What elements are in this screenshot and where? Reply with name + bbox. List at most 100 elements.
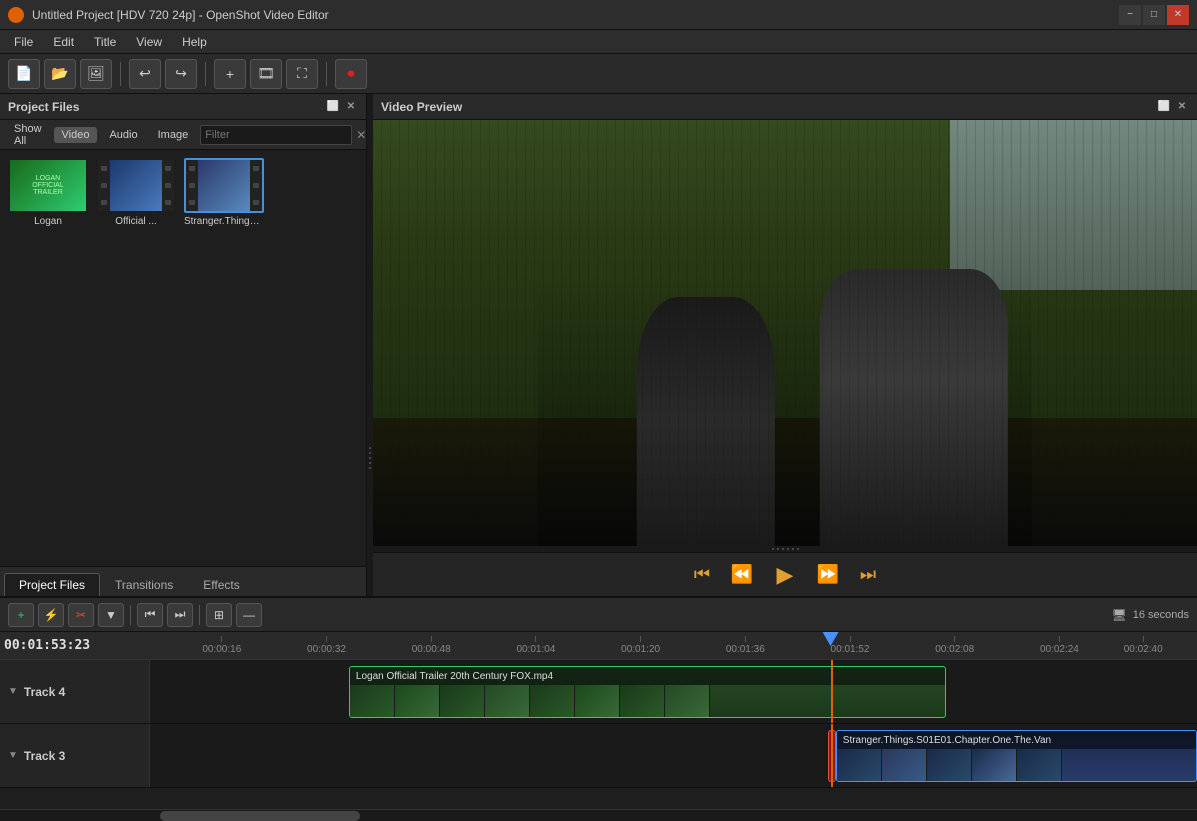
clip-frame <box>665 685 710 718</box>
new-button[interactable]: 📄 <box>8 59 40 89</box>
add-track-button[interactable]: + <box>8 603 34 627</box>
fullscreen-button[interactable]: ⛶ <box>286 59 318 89</box>
app-icon <box>8 7 24 23</box>
track-3-expand[interactable]: ▼ <box>8 750 18 761</box>
toolbar-separator-1 <box>120 62 121 86</box>
minimize-button[interactable]: − <box>1119 5 1141 25</box>
tick-label: 00:02:24 <box>1040 644 1079 655</box>
scene-sky <box>950 120 1197 290</box>
stranger-things-thumbnail <box>186 160 262 211</box>
undo-button[interactable]: ↩ <box>129 59 161 89</box>
snap-button[interactable]: ⚡ <box>38 603 64 627</box>
filter-bar: Show All Video Audio Image ✕ <box>0 120 366 150</box>
ruler-tick-2: 00:00:32 <box>307 636 346 655</box>
video-preview-header: Video Preview ⬜ ✕ <box>373 94 1197 120</box>
tick-label: 00:00:48 <box>412 644 451 655</box>
menu-file[interactable]: File <box>4 33 43 51</box>
timeline-section: + ⚡ ✂ ▼ ⏮ ⏭ ⊞ — 🖥 16 seconds 00:01:53:23 <box>0 596 1197 821</box>
arrow-button[interactable]: ▼ <box>98 603 124 627</box>
film-hole <box>165 183 171 188</box>
copy-button[interactable]: ⊞ <box>206 603 232 627</box>
fast-forward-button[interactable]: ⏩ <box>812 559 844 591</box>
close-button[interactable]: ✕ <box>1167 5 1189 25</box>
tab-transitions[interactable]: Transitions <box>100 573 188 596</box>
tab-show-all[interactable]: Show All <box>6 121 50 149</box>
tab-audio[interactable]: Audio <box>101 127 145 143</box>
jump-fwd-button[interactable]: ⏭ <box>167 603 193 627</box>
tick-line <box>535 636 536 642</box>
track-4-area[interactable]: Logan Official Trailer 20th Century FOX.… <box>150 660 1197 723</box>
maximize-button[interactable]: □ <box>1143 5 1165 25</box>
tick-line <box>745 636 746 642</box>
clip-frame <box>575 685 620 718</box>
splitter-dot <box>369 462 371 464</box>
track-4-expand[interactable]: ▼ <box>8 686 18 697</box>
clip-filmstrip <box>350 685 945 718</box>
h-splitter-dot <box>777 548 779 550</box>
clip-frame-blue <box>837 749 882 782</box>
filter-clear-button[interactable]: ✕ <box>356 126 366 144</box>
figure-left <box>637 297 775 546</box>
menu-view[interactable]: View <box>126 33 172 51</box>
splitter-dots <box>369 447 371 469</box>
ruler-tick-1: 00:00:16 <box>202 636 241 655</box>
clip-label-track3: Stranger.Things.S01E01.Chapter.One.The.V… <box>843 735 1051 746</box>
logan-thumbnail: LOGANOFFICIALTRAILER <box>10 160 86 211</box>
import-button[interactable]: + <box>214 59 246 89</box>
track-row-4: ▼ Track 4 Logan Official Trailer 20th Ce… <box>0 660 1197 724</box>
video-area <box>373 120 1197 546</box>
playback-controls: ⏮ ⏪ ▶ ⏩ ⏭ <box>373 552 1197 596</box>
menubar: File Edit Title View Help <box>0 30 1197 54</box>
clip-frame <box>485 685 530 718</box>
main-area: Project Files ⬜ ✕ Show All Video Audio I… <box>0 94 1197 821</box>
jump-back-button[interactable]: ⏮ <box>137 603 163 627</box>
tab-effects[interactable]: Effects <box>188 573 254 596</box>
tab-video[interactable]: Video <box>54 127 98 143</box>
open-button[interactable]: 📂 <box>44 59 76 89</box>
play-button[interactable]: ▶ <box>766 556 804 594</box>
delete-button[interactable]: — <box>236 603 262 627</box>
panel-restore-button[interactable]: ⬜ <box>326 100 340 114</box>
menu-title[interactable]: Title <box>84 33 126 51</box>
track-4-clip[interactable]: Logan Official Trailer 20th Century FOX.… <box>349 666 946 718</box>
panel-header-controls: ⬜ ✕ <box>326 100 358 114</box>
timeline-scrollbar[interactable] <box>0 809 1197 821</box>
clip-frame-blue <box>882 749 927 782</box>
filmstrip-button[interactable]: 🎞 <box>250 59 282 89</box>
left-panel: Project Files ⬜ ✕ Show All Video Audio I… <box>0 94 367 596</box>
track-3-area[interactable]: Stranger.Things.S01E01.Chapter.One.The.V… <box>150 724 1197 787</box>
razor-button[interactable]: ✂ <box>68 603 94 627</box>
clip-frame <box>620 685 665 718</box>
file-thumb-official <box>96 158 176 213</box>
splitter-dot <box>369 447 371 449</box>
file-item-official[interactable]: Official ... <box>96 158 176 227</box>
file-item-stranger-things[interactable]: Stranger.Things.... <box>184 158 264 227</box>
film-strip-left <box>98 160 110 211</box>
tick-line <box>954 636 955 642</box>
track-3-clip[interactable]: Stranger.Things.S01E01.Chapter.One.The.V… <box>836 730 1197 782</box>
jump-end-button[interactable]: ⏭ <box>852 559 884 591</box>
save-thumb-button[interactable]: 🖼 <box>80 59 112 89</box>
video-panel-close[interactable]: ✕ <box>1175 100 1189 114</box>
film-hole <box>101 200 107 205</box>
jump-start-button[interactable]: ⏮ <box>686 559 718 591</box>
menu-edit[interactable]: Edit <box>43 33 84 51</box>
film-hole <box>165 166 171 171</box>
menu-help[interactable]: Help <box>172 33 217 51</box>
tab-project-files[interactable]: Project Files <box>4 573 100 596</box>
video-panel-restore[interactable]: ⬜ <box>1157 100 1171 114</box>
splitter-dot <box>369 467 371 469</box>
timecode-display: 00:01:53:23 <box>4 638 90 653</box>
redo-button[interactable]: ↪ <box>165 59 197 89</box>
rewind-button[interactable]: ⏪ <box>726 559 758 591</box>
panel-close-button[interactable]: ✕ <box>344 100 358 114</box>
clip-label: Logan Official Trailer 20th Century FOX.… <box>356 671 553 682</box>
film-center <box>110 160 162 211</box>
file-thumb-stranger-things <box>184 158 264 213</box>
tab-image[interactable]: Image <box>150 127 197 143</box>
scroll-thumb[interactable] <box>160 811 360 821</box>
file-item-logan[interactable]: LOGANOFFICIALTRAILER Logan <box>8 158 88 227</box>
filter-input[interactable] <box>200 125 352 145</box>
tick-label: 00:02:40 <box>1124 644 1163 655</box>
record-button[interactable]: ⏺ <box>335 59 367 89</box>
